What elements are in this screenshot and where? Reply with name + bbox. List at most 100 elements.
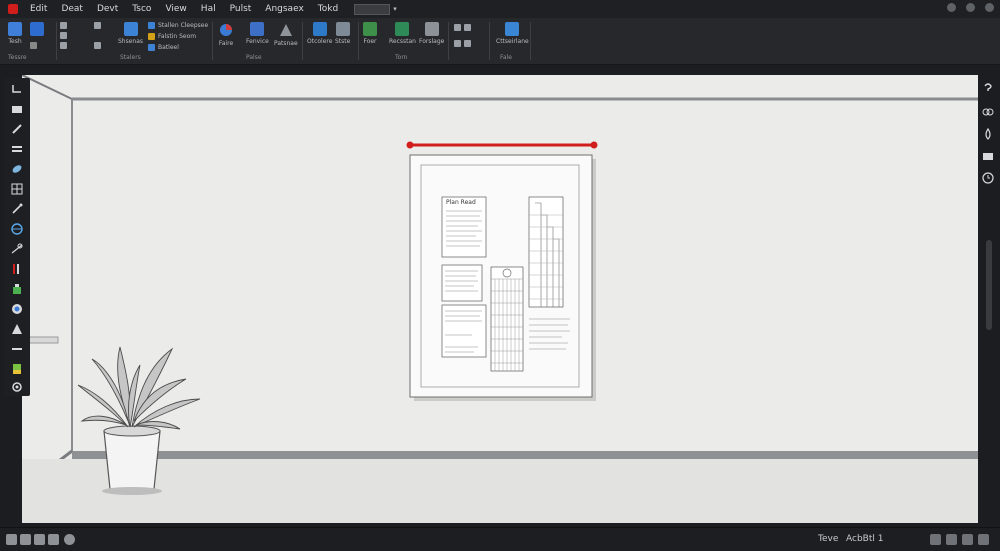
batleel-label: Batleel [158, 44, 179, 51]
close-icon[interactable] [985, 3, 994, 12]
tool-icon [454, 24, 461, 31]
small-tool[interactable] [30, 42, 37, 49]
snap-status-icon[interactable] [20, 534, 31, 545]
stallen-option[interactable]: Stallen Cleepsee [148, 22, 208, 29]
ribbon-separator [448, 22, 449, 60]
menu-pulst[interactable]: Pulst [230, 4, 252, 14]
foer-button[interactable]: Foer [363, 22, 377, 45]
ribbon-separator [302, 22, 303, 60]
layout-icon[interactable] [962, 534, 973, 545]
stallen-label: Stallen Cleepsee [158, 22, 209, 29]
patsnae-button[interactable]: Patsnae [274, 22, 298, 47]
small-tool[interactable] [454, 40, 471, 47]
help-icon[interactable] [981, 81, 995, 95]
small-tool[interactable] [60, 42, 67, 49]
dimension-handle-left[interactable] [406, 141, 414, 149]
settings-tool-icon[interactable] [10, 380, 24, 394]
divider-tool-icon[interactable] [10, 342, 24, 356]
tool-icon [60, 22, 67, 29]
maximize-icon[interactable] [966, 3, 975, 12]
path-tool-icon[interactable] [10, 82, 24, 96]
fill-tool-icon[interactable] [10, 362, 24, 376]
small-tool[interactable] [454, 24, 471, 31]
fit-icon[interactable] [946, 534, 957, 545]
otcolere-button[interactable]: Otcolere [307, 22, 332, 45]
faire-button[interactable]: Faire [218, 22, 234, 47]
minimize-icon[interactable] [947, 3, 956, 12]
fenvice-button[interactable]: Fenvice [246, 22, 269, 45]
ribbon-group-6 [452, 20, 488, 62]
folder-tool-icon[interactable] [10, 102, 24, 116]
small-tool[interactable] [60, 22, 67, 29]
menu-devt[interactable]: Devt [97, 4, 118, 14]
small-tool[interactable] [94, 22, 101, 29]
menu-edit[interactable]: Edit [30, 4, 47, 14]
small-tool[interactable] [60, 32, 67, 39]
link-icon[interactable] [981, 105, 995, 119]
menu-deat[interactable]: Deat [61, 4, 83, 14]
shapes-icon [123, 22, 138, 36]
vertical-scrollbar[interactable] [986, 240, 992, 330]
bucket-tool-icon[interactable] [10, 282, 24, 296]
recsstan-label: Recsstan [389, 38, 416, 45]
recsstan-button[interactable]: Recsstan [389, 22, 416, 45]
measure-tool-icon[interactable] [10, 262, 24, 276]
falstin-label: Falstin Seom [158, 33, 197, 40]
tool-icon [94, 22, 101, 29]
clock-icon[interactable] [981, 171, 995, 185]
status-right-text: AcbBtl 1 [846, 534, 884, 544]
stste-button[interactable]: Stste [335, 22, 350, 45]
menu-view[interactable]: View [165, 4, 186, 14]
tool-icon [464, 24, 471, 31]
falstin-option[interactable]: Falstin Seom [148, 33, 196, 40]
menu-tokd[interactable]: Tokd [318, 4, 338, 14]
zoom-icon[interactable] [930, 534, 941, 545]
room-illustration: Plan Read [22, 75, 978, 523]
shelf [27, 336, 59, 344]
grid-status-icon[interactable] [6, 534, 17, 545]
secondary-button[interactable] [30, 22, 44, 36]
earth-tool-icon[interactable] [10, 302, 24, 316]
shape-tool-icon[interactable] [10, 322, 24, 336]
pencil-tool-icon[interactable] [10, 122, 24, 136]
grid-tool-icon[interactable] [10, 182, 24, 196]
forslage-label: Forslage [419, 38, 445, 45]
globe-tool-icon[interactable] [10, 222, 24, 236]
faire-label: Faire [218, 40, 234, 47]
menu-icon[interactable] [978, 534, 989, 545]
search-dropdown-icon[interactable]: ▾ [393, 5, 397, 13]
view-status-icon[interactable] [64, 534, 75, 545]
dimension-handle-right[interactable] [590, 141, 598, 149]
drop-icon[interactable] [981, 127, 995, 141]
tesh-button[interactable]: Tesh [8, 22, 22, 45]
status-bar: Teve AcbBtl 1 [0, 527, 1000, 551]
layers-tool-icon[interactable] [10, 142, 24, 156]
search-input[interactable] [354, 3, 391, 15]
grid-table-middle [490, 266, 524, 372]
grid-icon [335, 22, 350, 36]
shsenas-label: Shsenas [118, 38, 144, 45]
tesh-label: Tesh [8, 38, 22, 45]
cttseirlane-button[interactable]: Cttseirlane [496, 22, 529, 45]
canvas[interactable]: Plan Read [22, 75, 978, 523]
text-block [441, 304, 487, 358]
menu-angsaex[interactable]: Angsaex [265, 4, 303, 14]
group7-label: Fale [500, 54, 512, 61]
shsenas-button[interactable]: Shsenas [118, 22, 143, 45]
small-tool[interactable] [94, 42, 101, 49]
folder-icon[interactable] [981, 149, 995, 163]
layer-status-icon[interactable] [48, 534, 59, 545]
option-icon [148, 44, 155, 51]
forslage-button[interactable]: Forslage [419, 22, 444, 45]
brush-tool-icon[interactable] [10, 202, 24, 216]
document-heading: Plan Read [446, 199, 476, 206]
menu-bar: Edit Deat Devt Tsco View Hal Pulst Angsa… [0, 0, 1000, 18]
line-tool-icon[interactable] [10, 242, 24, 256]
ortho-status-icon[interactable] [34, 534, 45, 545]
batleel-option[interactable]: Batleel [148, 44, 179, 51]
menu-hal[interactable]: Hal [201, 4, 216, 14]
leaf-tool-icon[interactable] [10, 162, 24, 176]
menu-tsco[interactable]: Tsco [132, 4, 151, 14]
document-poster[interactable]: Plan Read [409, 154, 596, 401]
floor [22, 459, 978, 523]
